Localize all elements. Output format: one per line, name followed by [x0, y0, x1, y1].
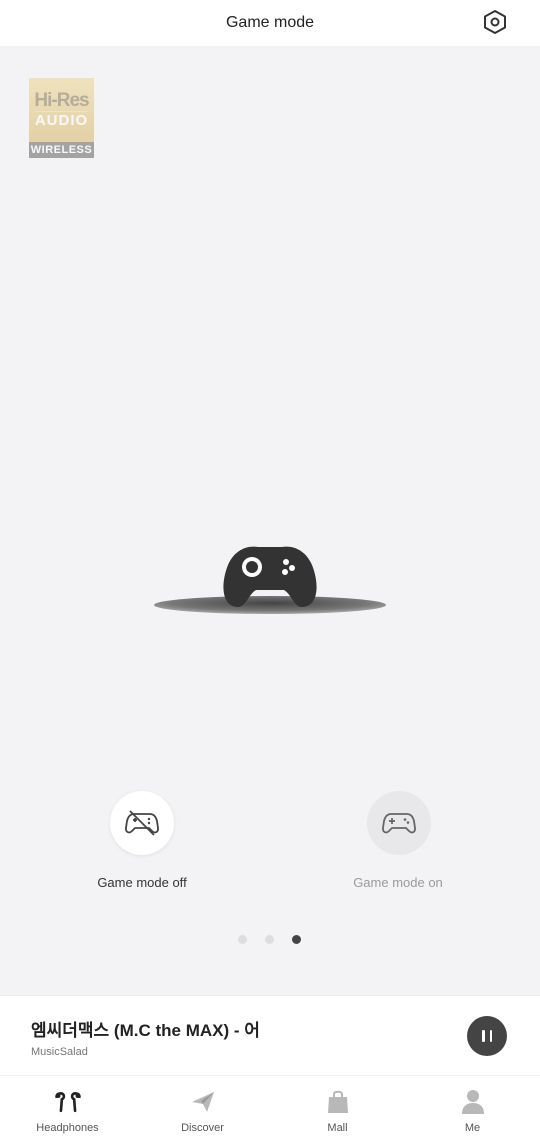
hires-logo-line1: Hi-Res [34, 89, 89, 111]
top-bar: Game mode [0, 0, 540, 46]
settings-button[interactable] [482, 9, 508, 35]
bottom-navigation: Headphones Discover Mall Me [0, 1075, 540, 1137]
game-mode-off-label: Game mode off [97, 875, 187, 890]
pause-icon [482, 1030, 485, 1042]
shopping-bag-icon [327, 1090, 348, 1113]
game-controller-illustration [154, 546, 386, 614]
game-mode-on-label: Game mode on [353, 875, 443, 890]
game-mode-off-button[interactable] [110, 791, 174, 855]
nav-item-headphones[interactable]: Headphones [0, 1076, 135, 1137]
pause-button[interactable] [467, 1016, 507, 1056]
controller-icon [382, 813, 416, 834]
page-dot[interactable] [265, 935, 274, 944]
nav-label-me: Me [464, 1122, 481, 1134]
mini-player[interactable]: 엠씨더맥스 (M.C the MAX) - 어 MusicSalad [0, 995, 540, 1075]
track-title: 엠씨더맥스 (M.C the MAX) - 어 [31, 1021, 260, 1040]
pause-icon [489, 1030, 492, 1042]
nav-item-mall[interactable]: Mall [270, 1076, 405, 1137]
page-title: Game mode [225, 14, 315, 31]
page-dot[interactable] [238, 935, 247, 944]
page-dot-active[interactable] [292, 935, 301, 944]
hires-audio-wireless-logo: Hi-Res AUDIO WIRELESS [29, 78, 94, 158]
hexagon-settings-icon [484, 10, 506, 34]
hires-logo-line3: WIRELESS [29, 142, 94, 158]
nav-label-headphones: Headphones [36, 1122, 99, 1134]
game-mode-on-button[interactable] [367, 791, 431, 855]
nav-item-me[interactable]: Me [405, 1076, 540, 1137]
hires-logo-line2: AUDIO [34, 110, 89, 129]
controller-off-icon [125, 810, 159, 836]
person-icon [461, 1090, 484, 1114]
paper-plane-icon [191, 1092, 214, 1112]
nav-label-mall: Mall [327, 1122, 348, 1134]
track-artist: MusicSalad [31, 1046, 88, 1058]
earbuds-icon [54, 1092, 81, 1113]
nav-item-discover[interactable]: Discover [135, 1076, 270, 1137]
page-indicator [238, 935, 301, 944]
nav-label-discover: Discover [181, 1122, 224, 1134]
